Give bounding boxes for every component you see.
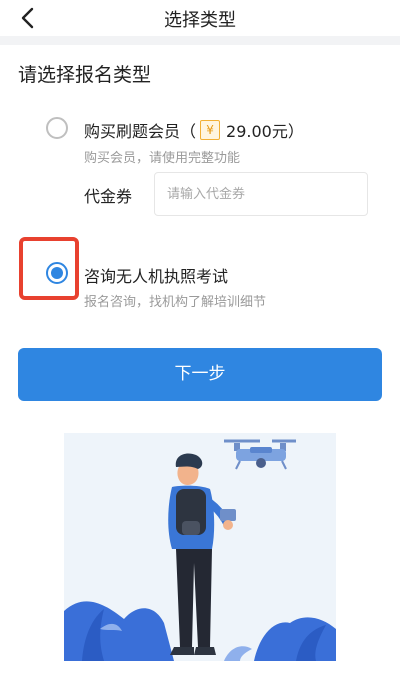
page-title: 选择类型 xyxy=(164,10,236,31)
section-title: 请选择报名类型 xyxy=(18,64,152,86)
voucher-label: 代金券 xyxy=(84,187,133,206)
header-divider xyxy=(0,36,400,45)
option-consult-exam-label[interactable]: 咨询无人机执照考试 xyxy=(84,263,228,287)
option-buy-membership-label[interactable]: 购买刷题会员（ ¥ 29.00元） xyxy=(84,118,304,142)
radio-consult-exam[interactable] xyxy=(46,262,68,284)
option-consult-exam-description: 报名咨询，找机构了解培训细节 xyxy=(84,295,267,310)
voucher-input[interactable] xyxy=(154,172,368,216)
yuan-coin-icon: ¥ xyxy=(200,120,221,140)
top-bar: 选择类型 xyxy=(0,0,400,36)
option-label-prefix: 购买刷题会员（ xyxy=(84,122,197,141)
drone-pilot-illustration xyxy=(64,433,336,661)
option-label-price: 29.00元） xyxy=(226,122,304,141)
radio-buy-membership[interactable] xyxy=(46,117,68,139)
next-step-button[interactable]: 下一步 xyxy=(18,348,382,401)
option-buy-membership-description: 购买会员，请使用完整功能 xyxy=(84,151,241,166)
